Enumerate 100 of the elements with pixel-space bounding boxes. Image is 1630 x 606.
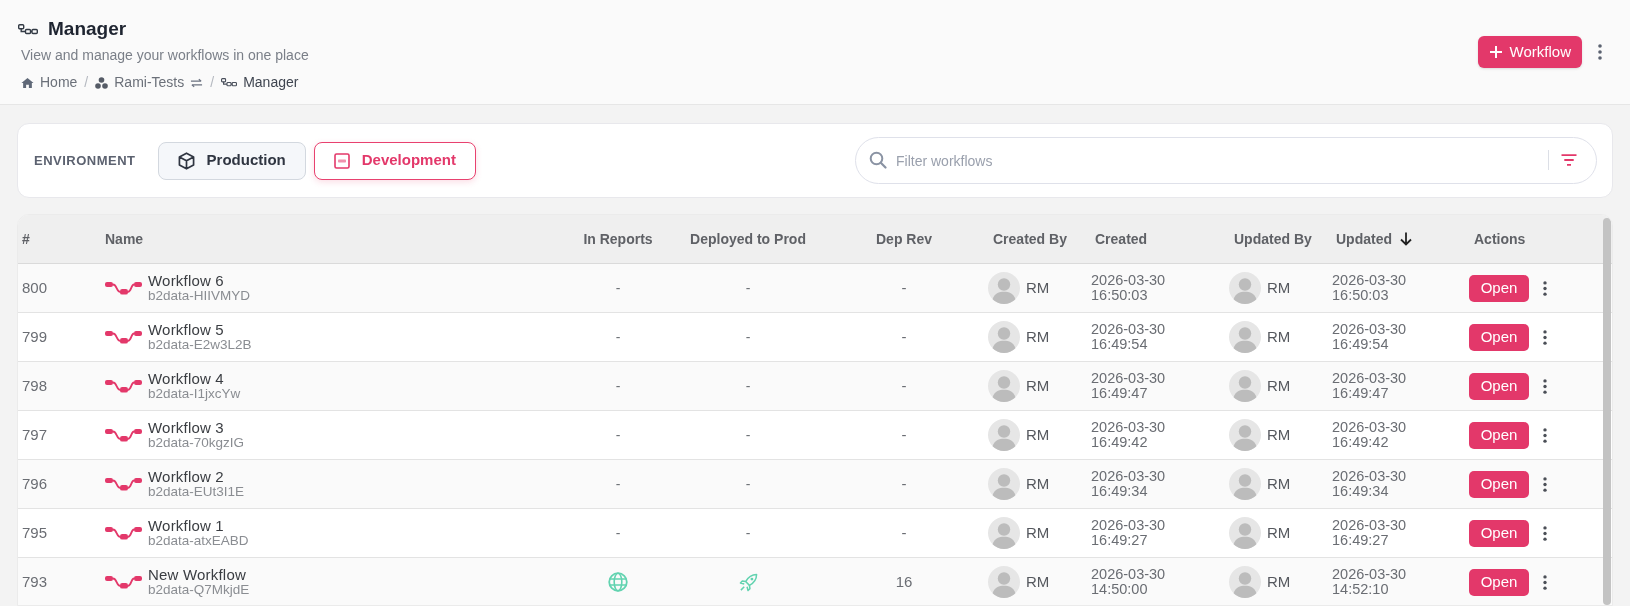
column-header[interactable]: Deployed to Prod	[690, 228, 806, 250]
workflow-key: b2data-HIIVMYD	[148, 287, 251, 304]
workflow-name[interactable]: Workflow 5	[148, 321, 252, 337]
open-button[interactable]: Open	[1469, 274, 1529, 302]
column-header[interactable]: Created By	[993, 228, 1067, 250]
more-icon[interactable]	[1543, 476, 1547, 492]
avatar-icon	[988, 419, 1020, 451]
timestamp: 2026-03-30 14:50:00	[1091, 567, 1167, 597]
new-workflow-button[interactable]: Workflow	[1477, 36, 1582, 68]
empty-value: -	[745, 376, 751, 396]
search-field[interactable]: Filter workflows	[855, 137, 1597, 184]
row-number: 797	[22, 424, 48, 445]
empty-value: -	[615, 327, 621, 347]
timestamp: 2026-03-30 16:49:47	[1332, 371, 1408, 401]
empty-value: -	[745, 523, 751, 543]
filter-icon[interactable]	[1561, 154, 1577, 166]
row-number: 799	[22, 326, 48, 347]
user-initials: RM	[1026, 424, 1050, 445]
more-icon[interactable]	[1543, 329, 1547, 345]
breadcrumb-link[interactable]: Home	[40, 72, 78, 93]
column-header[interactable]: Updated	[1336, 228, 1392, 250]
arrow-down-icon[interactable]	[1400, 232, 1412, 246]
empty-value: -	[615, 425, 621, 445]
user-initials: RM	[1026, 522, 1050, 543]
open-button[interactable]: Open	[1469, 372, 1529, 400]
timestamp: 2026-03-30 16:49:34	[1332, 469, 1408, 499]
avatar-icon	[988, 517, 1020, 549]
revision-number: -	[901, 522, 907, 543]
empty-value: -	[615, 376, 621, 396]
open-button[interactable]: Open	[1469, 568, 1529, 596]
workflow-name[interactable]: Workflow 2	[148, 468, 245, 484]
row-number: 793	[22, 571, 48, 592]
open-button[interactable]: Open	[1469, 421, 1529, 449]
workflow-name[interactable]: Workflow 1	[148, 517, 249, 533]
page-subtitle: View and manage your workflows in one place	[20, 46, 309, 65]
plus-icon	[1488, 45, 1503, 59]
avatar-icon	[1229, 566, 1261, 598]
open-button[interactable]: Open	[1469, 470, 1529, 498]
open-button[interactable]: Open	[1469, 323, 1529, 351]
flow-icon	[105, 330, 142, 344]
user-initials: RM	[1267, 424, 1291, 445]
avatar-icon	[1229, 517, 1261, 549]
timestamp: 2026-03-30 16:49:34	[1091, 469, 1167, 499]
breadcrumb-link[interactable]: Rami-Tests	[114, 72, 185, 93]
avatar-icon	[1229, 272, 1261, 304]
flow-icon	[105, 477, 142, 491]
more-icon[interactable]	[1543, 378, 1547, 394]
revision-number: -	[901, 326, 907, 347]
search-icon	[869, 151, 887, 169]
more-icon[interactable]	[1543, 574, 1547, 590]
revision-number: -	[901, 277, 907, 298]
column-header[interactable]: Dep Rev	[876, 228, 932, 250]
empty-value: -	[745, 278, 751, 298]
nodes-icon	[221, 78, 238, 87]
user-initials: RM	[1267, 522, 1291, 543]
column-header[interactable]: Actions	[1474, 228, 1526, 250]
workflow-key: b2data-I1jxcYw	[148, 385, 241, 402]
column-header[interactable]: In Reports	[583, 228, 653, 250]
flow-icon	[105, 281, 142, 295]
flow-icon	[105, 379, 142, 393]
empty-value: -	[745, 474, 751, 494]
user-initials: RM	[1267, 473, 1291, 494]
row-number: 800	[22, 277, 48, 298]
workflow-name[interactable]: Workflow 4	[148, 370, 241, 386]
workflow-name[interactable]: Workflow 6	[148, 272, 251, 288]
row-number: 798	[22, 375, 48, 396]
more-icon[interactable]	[1543, 427, 1547, 443]
empty-value: -	[615, 523, 621, 543]
column-header[interactable]: Updated By	[1234, 228, 1312, 250]
flow-icon	[105, 526, 142, 540]
user-initials: RM	[1267, 326, 1291, 347]
column-header[interactable]: Name	[105, 228, 144, 250]
column-header[interactable]: #	[22, 228, 30, 250]
workflow-name[interactable]: Workflow 3	[148, 419, 245, 435]
empty-value: -	[745, 425, 751, 445]
more-icon[interactable]	[1543, 280, 1547, 296]
breadcrumb-current: Manager	[243, 73, 299, 92]
timestamp: 2026-03-30 16:49:42	[1091, 420, 1167, 450]
avatar-icon	[1229, 419, 1261, 451]
empty-value: -	[615, 278, 621, 298]
revision-number: 16	[895, 571, 913, 592]
workflow-name[interactable]: New Workflow	[148, 566, 250, 582]
column-header[interactable]: Created	[1095, 228, 1148, 250]
open-button[interactable]: Open	[1469, 519, 1529, 547]
revision-number: -	[901, 473, 907, 494]
revision-number: -	[901, 424, 907, 445]
revision-number: -	[901, 375, 907, 396]
more-icon[interactable]	[1543, 525, 1547, 541]
timestamp: 2026-03-30 16:49:54	[1091, 322, 1167, 352]
environment-tab[interactable]: Production	[157, 141, 306, 180]
scrollbar-thumb[interactable]	[1603, 218, 1611, 605]
avatar-icon	[988, 370, 1020, 402]
environment-tab[interactable]: Development	[313, 141, 476, 180]
empty-value: -	[745, 327, 751, 347]
more-icon[interactable]	[1598, 44, 1602, 60]
avatar-icon	[988, 566, 1020, 598]
swap-arrows-icon[interactable]	[190, 77, 204, 88]
workflow-key: b2data-70kgzIG	[148, 434, 245, 451]
avatar-icon	[1229, 370, 1261, 402]
timestamp: 2026-03-30 16:49:27	[1091, 518, 1167, 548]
